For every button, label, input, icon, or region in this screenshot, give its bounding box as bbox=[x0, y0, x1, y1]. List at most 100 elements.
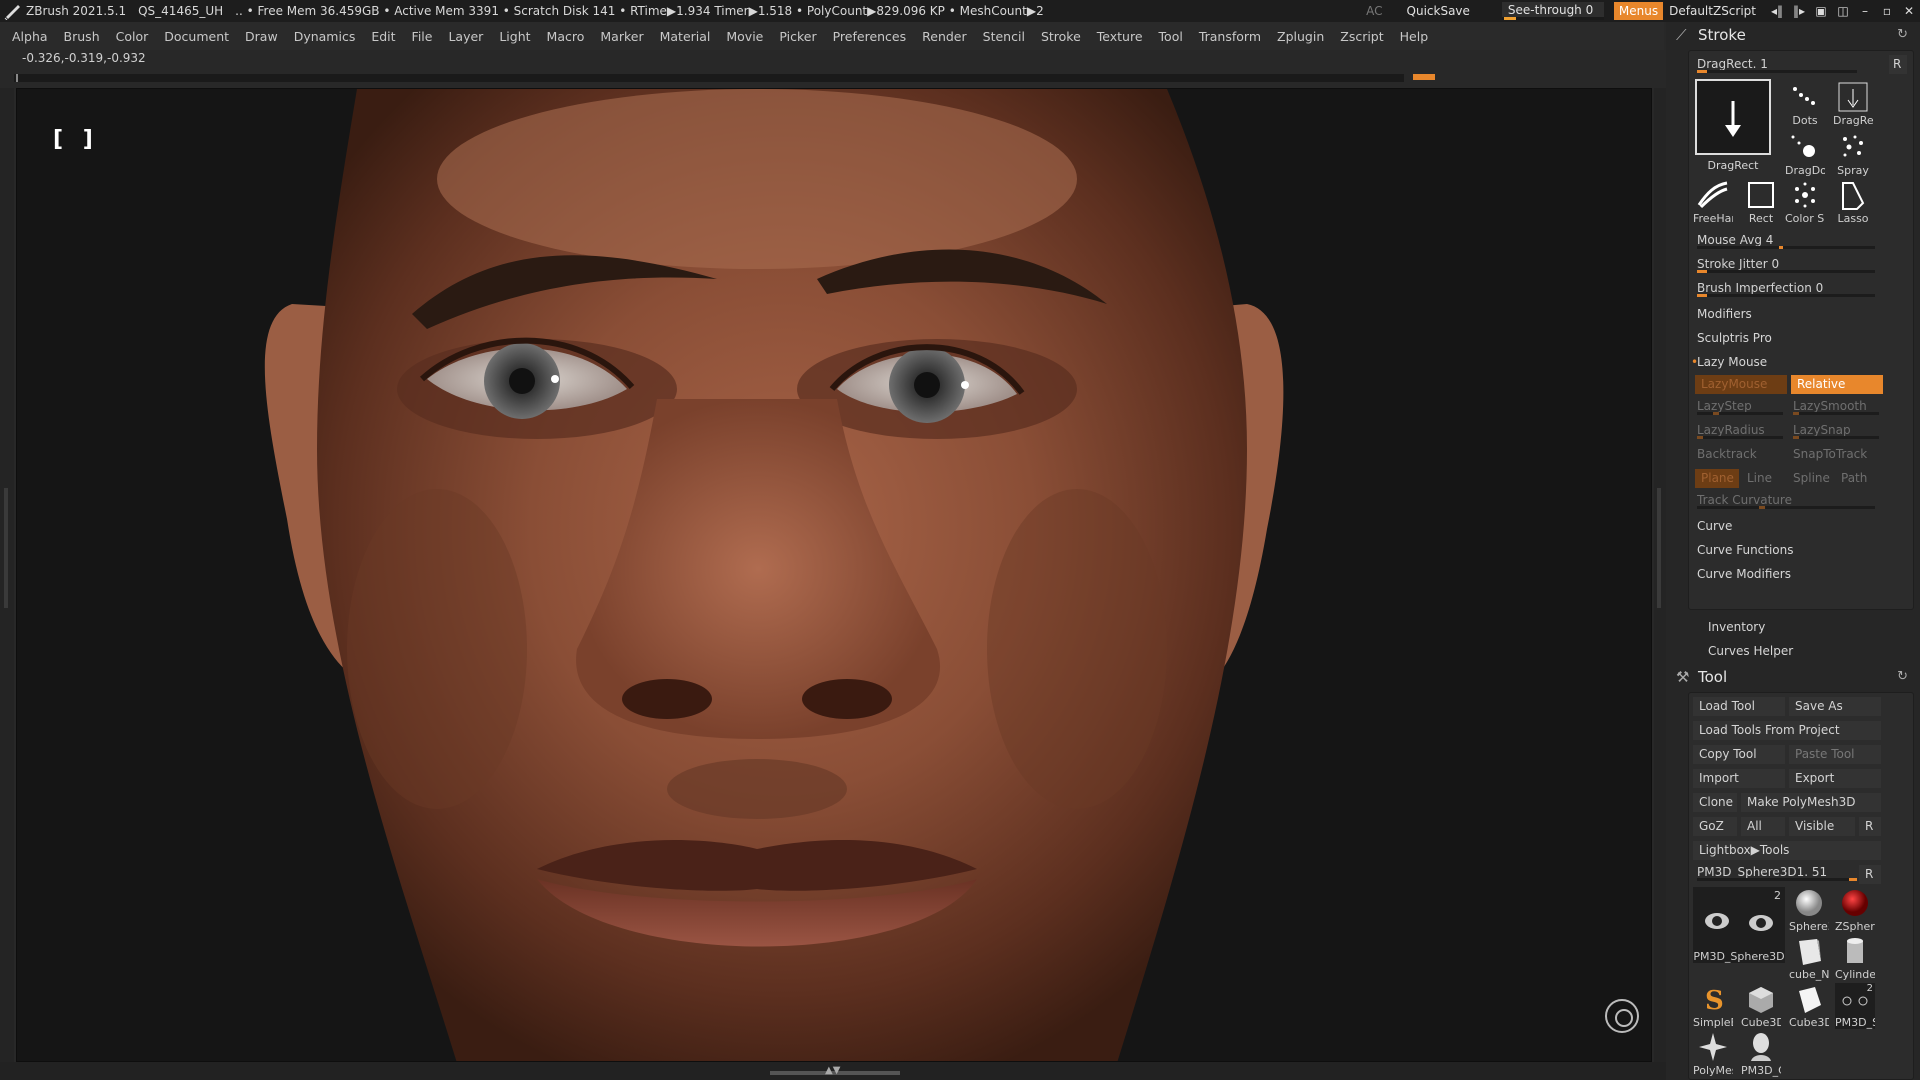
menu-movie[interactable]: Movie bbox=[726, 29, 763, 44]
clone-button[interactable]: Clone bbox=[1693, 793, 1737, 812]
plane-mode-button[interactable]: Plane bbox=[1695, 469, 1739, 488]
tool-tile-polymesh[interactable]: PolyMes bbox=[1693, 1031, 1733, 1077]
path-mode-button[interactable]: Path bbox=[1837, 469, 1877, 487]
lazy-mouse-subpalette[interactable]: • Lazy Mouse bbox=[1691, 353, 1909, 371]
collapse-right-icon[interactable]: ‖▸ bbox=[1788, 0, 1810, 22]
curve-subpalette[interactable]: Curve bbox=[1693, 517, 1909, 535]
menu-file[interactable]: File bbox=[412, 29, 433, 44]
menu-preferences[interactable]: Preferences bbox=[833, 29, 907, 44]
menu-help[interactable]: Help bbox=[1400, 29, 1429, 44]
stroke-tile-rect[interactable]: Rect bbox=[1741, 179, 1781, 225]
goz-all-button[interactable]: All bbox=[1741, 817, 1785, 836]
menu-edit[interactable]: Edit bbox=[371, 29, 395, 44]
menu-picker[interactable]: Picker bbox=[779, 29, 816, 44]
tool-refresh-icon[interactable]: ↻ bbox=[1897, 669, 1908, 684]
stroke-tile-dragdot[interactable]: DragDo bbox=[1785, 131, 1825, 177]
menu-document[interactable]: Document bbox=[164, 29, 229, 44]
menu-color[interactable]: Color bbox=[116, 29, 149, 44]
stroke-reset-button[interactable]: R bbox=[1889, 55, 1907, 74]
palette-refresh-icon[interactable]: ↻ bbox=[1897, 27, 1908, 42]
stroke-tile-colorspray[interactable]: Color Sp bbox=[1785, 179, 1825, 225]
tool-tile-cube3d-a[interactable]: Cube3D bbox=[1741, 983, 1781, 1029]
left-tray-edge[interactable] bbox=[0, 88, 14, 1062]
right-tray-edge[interactable] bbox=[1654, 88, 1666, 1062]
lazysnap-slider[interactable]: LazySnap bbox=[1789, 421, 1881, 439]
copy-tool-button[interactable]: Copy Tool bbox=[1693, 745, 1785, 764]
backtrack-toggle[interactable]: Backtrack bbox=[1693, 445, 1785, 463]
tool-tile-simplebrush[interactable]: S SimpleB bbox=[1693, 983, 1733, 1029]
ac-indicator[interactable]: AC bbox=[1366, 4, 1382, 18]
menu-macro[interactable]: Macro bbox=[547, 29, 585, 44]
menu-render[interactable]: Render bbox=[922, 29, 967, 44]
menu-dynamics[interactable]: Dynamics bbox=[294, 29, 356, 44]
snaptotrack-toggle[interactable]: SnapToTrack bbox=[1789, 445, 1881, 463]
relative-toggle[interactable]: Relative bbox=[1791, 375, 1883, 394]
menu-zscript[interactable]: Zscript bbox=[1340, 29, 1383, 44]
sculptris-pro-subpalette[interactable]: Sculptris Pro bbox=[1693, 329, 1909, 347]
menu-alpha[interactable]: Alpha bbox=[12, 29, 48, 44]
menu-light[interactable]: Light bbox=[499, 29, 530, 44]
load-tool-button[interactable]: Load Tool bbox=[1693, 697, 1785, 716]
stroke-palette-header[interactable]: ⟋ Stroke ↻ bbox=[1666, 22, 1920, 48]
default-zscript-button[interactable]: DefaultZScript bbox=[1669, 4, 1756, 18]
current-stroke-thumbnail[interactable] bbox=[1695, 79, 1771, 155]
canvas-viewport[interactable]: [ ] bbox=[16, 88, 1652, 1062]
tool-reset-button[interactable]: R bbox=[1859, 865, 1881, 884]
navigation-gizmo-icon[interactable] bbox=[1605, 999, 1639, 1033]
see-through-slider[interactable]: See-through 0 bbox=[1501, 2, 1604, 20]
expand-bottom-icon[interactable]: ▲▼ bbox=[825, 1065, 840, 1076]
menu-zplugin[interactable]: Zplugin bbox=[1277, 29, 1324, 44]
stroke-tile-dots[interactable]: Dots bbox=[1785, 81, 1825, 127]
menu-texture[interactable]: Texture bbox=[1097, 29, 1143, 44]
lazymouse-toggle[interactable]: LazyMouse bbox=[1695, 375, 1787, 394]
menus-toggle-button[interactable]: Menus bbox=[1613, 2, 1664, 20]
lazyradius-slider[interactable]: LazyRadius bbox=[1693, 421, 1785, 439]
menu-layer[interactable]: Layer bbox=[448, 29, 483, 44]
stroke-tile-lasso[interactable]: Lasso bbox=[1833, 179, 1873, 225]
menu-tool[interactable]: Tool bbox=[1159, 29, 1183, 44]
tray-icon[interactable]: ◫ bbox=[1832, 0, 1854, 22]
brush-imperfection-slider[interactable]: Brush Imperfection 0 bbox=[1693, 279, 1879, 297]
load-tools-from-project-button[interactable]: Load Tools From Project bbox=[1693, 721, 1881, 740]
mouse-avg-slider[interactable]: Mouse Avg 4 bbox=[1693, 231, 1879, 249]
quicksave-button[interactable]: QuickSave bbox=[1407, 4, 1470, 18]
paste-tool-button[interactable]: Paste Tool bbox=[1789, 745, 1881, 764]
menu-brush[interactable]: Brush bbox=[64, 29, 100, 44]
menu-draw[interactable]: Draw bbox=[245, 29, 278, 44]
minimize-icon[interactable]: – bbox=[1854, 0, 1876, 22]
goz-visible-button[interactable]: Visible bbox=[1789, 817, 1855, 836]
timeline-track[interactable] bbox=[14, 74, 1435, 82]
inventory-palette[interactable]: Inventory bbox=[1708, 620, 1765, 634]
curve-functions-subpalette[interactable]: Curve Functions bbox=[1693, 541, 1909, 559]
current-stroke-slider[interactable]: DragRect. 1 bbox=[1693, 55, 1863, 73]
curve-modifiers-subpalette[interactable]: Curve Modifiers bbox=[1693, 565, 1909, 583]
tool-tile-cube-new[interactable]: cube_Ne bbox=[1789, 935, 1829, 981]
import-button[interactable]: Import bbox=[1693, 769, 1785, 788]
tool-tile-pm3d-c[interactable]: PM3D_C bbox=[1741, 1031, 1781, 1077]
tool-tile-cube3d-b[interactable]: Cube3D bbox=[1789, 983, 1829, 1029]
menu-stroke[interactable]: Stroke bbox=[1041, 29, 1081, 44]
stroke-jitter-slider[interactable]: Stroke Jitter 0 bbox=[1693, 255, 1879, 273]
goz-button[interactable]: GoZ bbox=[1693, 817, 1737, 836]
tool-tile-cylinder[interactable]: Cylinder bbox=[1835, 935, 1875, 981]
menu-transform[interactable]: Transform bbox=[1199, 29, 1261, 44]
current-tool-slider[interactable]: PM3D_Sphere3D1. 51 bbox=[1693, 863, 1863, 881]
track-curvature-slider[interactable]: Track Curvature bbox=[1693, 491, 1879, 509]
close-icon[interactable]: ✕ bbox=[1898, 0, 1920, 22]
make-polymesh3d-button[interactable]: Make PolyMesh3D bbox=[1741, 793, 1881, 812]
save-as-button[interactable]: Save As bbox=[1789, 697, 1881, 716]
goz-reset-button[interactable]: R bbox=[1859, 817, 1881, 836]
lightbox-tools-button[interactable]: Lightbox▶Tools bbox=[1693, 841, 1881, 860]
lazysmooth-slider[interactable]: LazySmooth bbox=[1789, 397, 1881, 415]
stroke-tile-freehand[interactable]: FreeHar bbox=[1693, 179, 1733, 225]
menu-material[interactable]: Material bbox=[660, 29, 711, 44]
export-button[interactable]: Export bbox=[1789, 769, 1881, 788]
tool-palette-header[interactable]: ⚒ Tool ↻ bbox=[1666, 664, 1920, 690]
menu-stencil[interactable]: Stencil bbox=[983, 29, 1025, 44]
collapse-left-icon[interactable]: ◂‖ bbox=[1766, 0, 1788, 22]
stroke-tile-dragrect[interactable]: DragRe bbox=[1833, 81, 1873, 127]
line-mode-button[interactable]: Line bbox=[1743, 469, 1783, 487]
bottom-tray-edge[interactable]: ▲▼ bbox=[0, 1062, 1666, 1080]
tool-tile-zsphere[interactable]: ZSphere bbox=[1835, 887, 1875, 933]
tool-tile-sphere3d[interactable]: Sphere3 bbox=[1789, 887, 1829, 933]
